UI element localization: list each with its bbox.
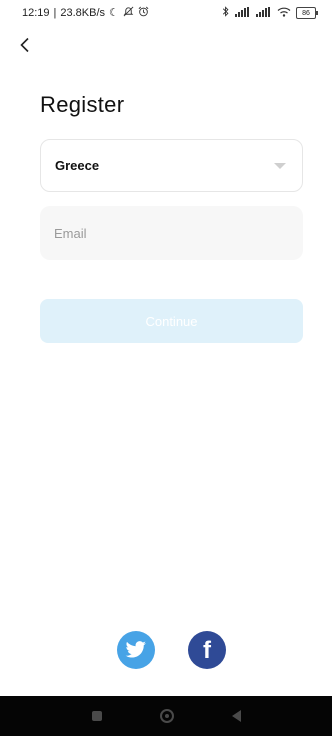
back-triangle-icon[interactable] [231, 710, 241, 722]
moon-icon: ☾ [109, 6, 119, 19]
signal-icon [256, 6, 272, 20]
bell-off-icon [123, 6, 134, 20]
status-right: 86 [222, 6, 318, 20]
country-select[interactable]: Greece [40, 139, 303, 192]
battery-level: 86 [302, 9, 310, 17]
triangle-down-icon [274, 162, 286, 169]
chevron-left-icon [20, 37, 29, 53]
country-value: Greece [55, 158, 100, 173]
facebook-login-button[interactable]: f [188, 631, 226, 669]
home-circle-icon[interactable] [159, 709, 174, 723]
alarm-icon [138, 6, 149, 20]
status-left: 12:19 | 23.8KB/s ☾ [22, 6, 149, 20]
back-button[interactable] [14, 34, 36, 56]
status-bar: 12:19 | 23.8KB/s ☾ 86 [0, 0, 332, 26]
network-speed: 23.8KB/s [60, 7, 106, 19]
system-nav-bar [0, 696, 332, 736]
wifi-icon [277, 7, 291, 20]
status-separator: | [53, 7, 57, 19]
twitter-login-button[interactable] [117, 631, 155, 669]
facebook-icon: f [203, 637, 211, 664]
page-title: Register [40, 92, 125, 117]
email-field[interactable] [40, 206, 303, 260]
battery-icon: 86 [296, 7, 318, 19]
recent-apps-square-icon[interactable] [91, 711, 102, 721]
bluetooth-icon [222, 6, 230, 20]
continue-button[interactable]: Continue [40, 299, 303, 343]
twitter-bird-icon [125, 641, 146, 658]
status-time: 12:19 [22, 7, 50, 19]
signal-icon [235, 6, 251, 20]
